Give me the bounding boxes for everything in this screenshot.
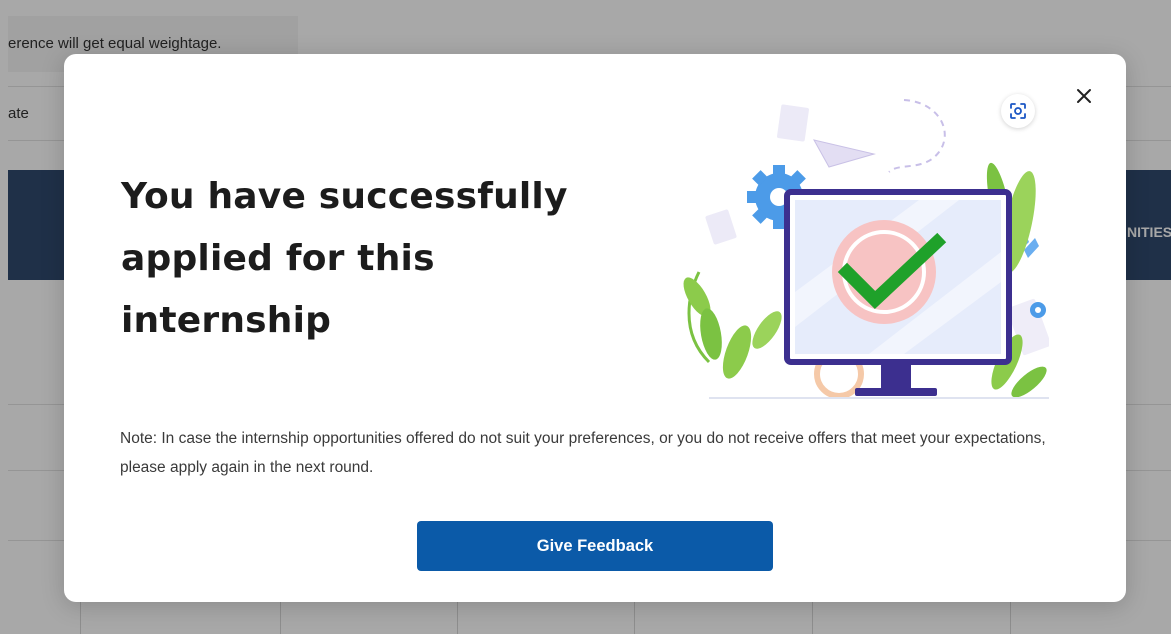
close-button[interactable] [1070,82,1098,110]
application-success-modal: You have successfully applied for this i… [64,54,1126,602]
give-feedback-button[interactable]: Give Feedback [417,521,773,571]
modal-title: You have successfully applied for this i… [121,176,568,341]
monitor-with-checkmark-illustration [683,99,1049,399]
modal-note: Note: In case the internship opportuniti… [120,430,1046,476]
close-icon [1077,89,1091,103]
